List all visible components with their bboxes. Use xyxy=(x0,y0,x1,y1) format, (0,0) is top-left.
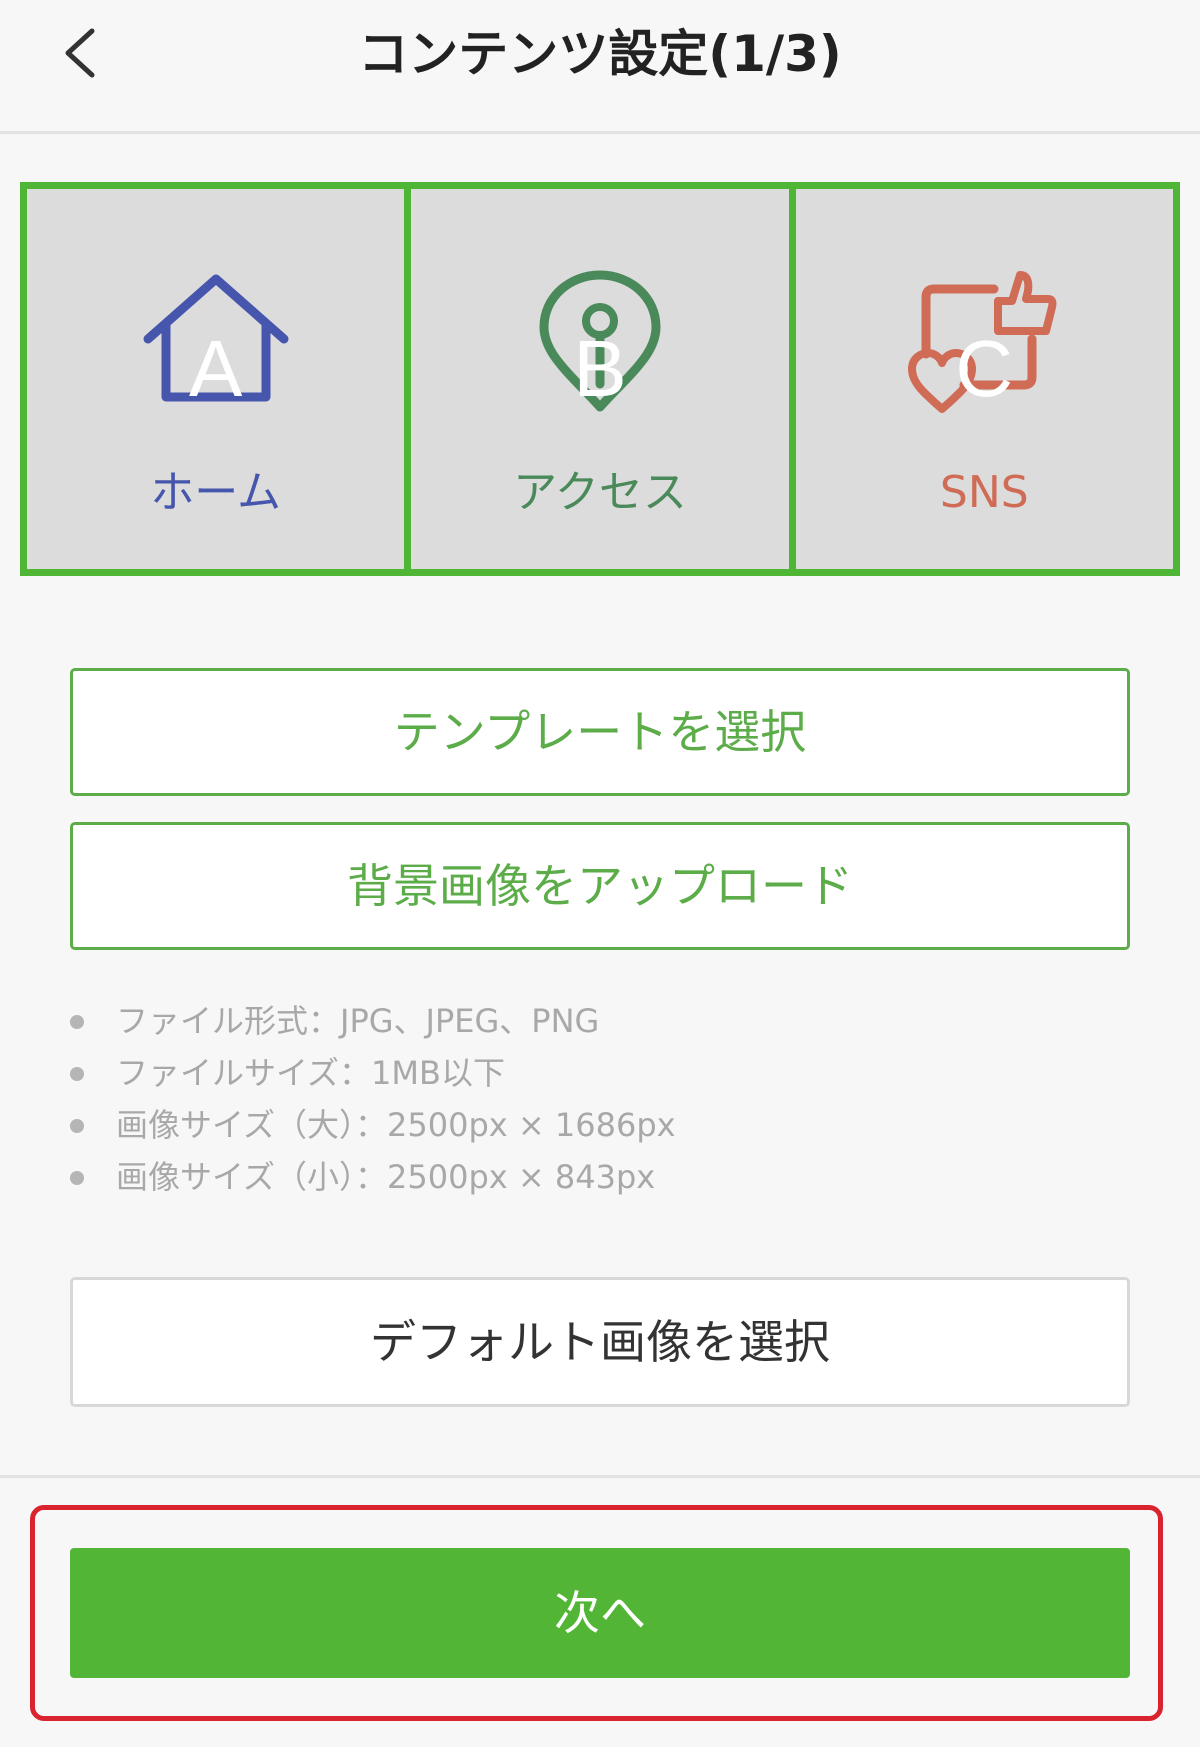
tab-access[interactable]: B アクセス xyxy=(411,189,789,569)
next-button[interactable]: 次へ xyxy=(70,1548,1130,1678)
tab-sns[interactable]: C SNS xyxy=(795,189,1173,569)
list-item: ファイルサイズ：1MB以下 xyxy=(68,1047,1128,1099)
upload-background-button[interactable]: 背景画像をアップロード xyxy=(70,822,1130,950)
page-title: コンテンツ設定(1/3) xyxy=(358,25,842,83)
list-item: 画像サイズ（大）：2500px × 1686px xyxy=(68,1099,1128,1151)
spec-text: 画像サイズ（小）：2500px × 843px xyxy=(116,1158,656,1196)
tab-label-access: アクセス xyxy=(513,467,687,518)
chevron-left-icon xyxy=(65,28,95,78)
bullet-icon xyxy=(70,1119,84,1133)
tab-marker-letter: A xyxy=(188,324,243,413)
tab-label-home: ホーム xyxy=(150,467,281,518)
content-type-tabs: A ホーム B アクセス C SNS xyxy=(20,182,1180,576)
bullet-icon xyxy=(70,1067,84,1081)
header-bar: コンテンツ設定(1/3) xyxy=(0,0,1200,134)
select-default-image-button[interactable]: デフォルト画像を選択 xyxy=(70,1277,1130,1407)
list-item: ファイル形式：JPG、JPEG、PNG xyxy=(68,995,1128,1047)
tab-marker-letter: B xyxy=(573,324,627,413)
footer-divider xyxy=(0,1475,1200,1478)
back-button[interactable] xyxy=(50,18,110,88)
image-requirements-list: ファイル形式：JPG、JPEG、PNG ファイルサイズ：1MB以下 画像サイズ（… xyxy=(68,995,1128,1203)
tab-home[interactable]: A ホーム xyxy=(27,189,405,569)
tab-label-sns: SNS xyxy=(939,467,1029,518)
bullet-icon xyxy=(70,1015,84,1029)
spec-text: ファイル形式：JPG、JPEG、PNG xyxy=(116,1002,600,1040)
select-template-button[interactable]: テンプレートを選択 xyxy=(70,668,1130,796)
spec-text: ファイルサイズ：1MB以下 xyxy=(116,1054,505,1092)
spec-text: 画像サイズ（大）：2500px × 1686px xyxy=(116,1106,676,1144)
bullet-icon xyxy=(70,1171,84,1185)
tab-marker-letter: C xyxy=(955,324,1014,413)
list-item: 画像サイズ（小）：2500px × 843px xyxy=(68,1151,1128,1203)
